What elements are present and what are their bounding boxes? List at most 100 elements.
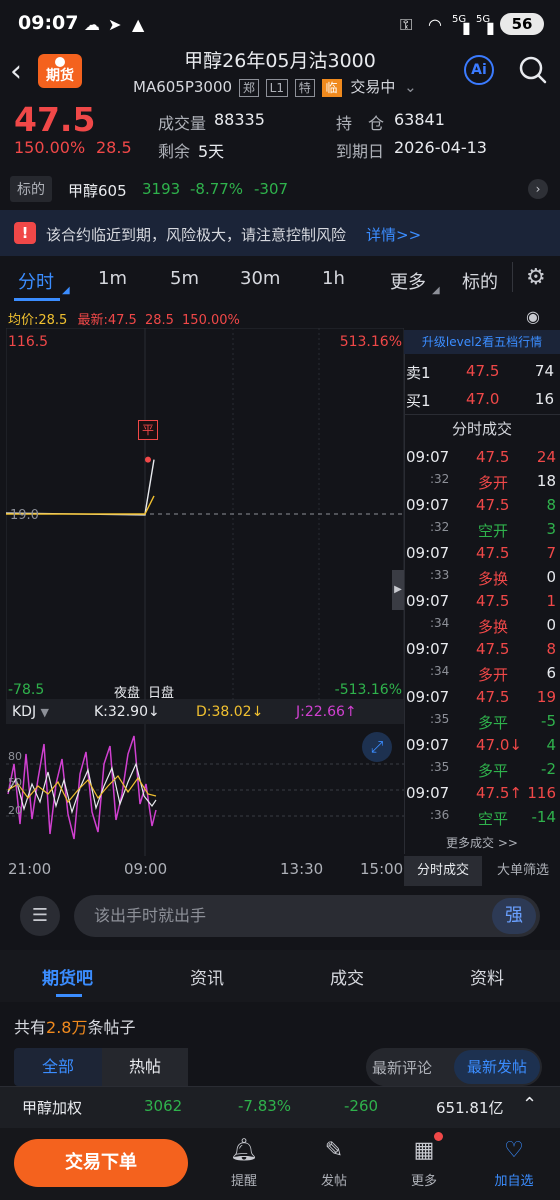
tick-volume: 1 [546, 592, 556, 610]
intraday-chart[interactable]: 116.5 513.16% -78.5 -513.16% 19.0 平 夜盘 日… [6, 328, 404, 701]
tick-volume: 116 [527, 784, 556, 802]
ticks-title: 分时成交 [451, 420, 512, 438]
tick-type: 多平 [478, 714, 509, 732]
tick-time: 09:07 [406, 784, 450, 802]
grid-icon[interactable]: ▦ [394, 1138, 454, 1163]
level2-upgrade-link[interactable]: 升级level2看五档行情 [404, 330, 560, 354]
collapse-panel-handle[interactable]: ▶ [392, 570, 404, 610]
tick-row: 09:07 47.5↑ 116:36 空平 -14 [404, 782, 560, 830]
tick-type: 多开 [478, 474, 509, 492]
contract-subtitle[interactable]: MA605P3000 郑 L1 特 临 交易中 ⌄ [133, 76, 417, 97]
last-price-dot [145, 456, 151, 463]
tab-1h[interactable]: 1h [322, 268, 345, 289]
ask-label: 卖1 [406, 364, 431, 382]
underlying-pct: -8.77% [190, 180, 244, 198]
tick-oi-change: -5 [541, 712, 556, 730]
tick-row: 09:07 47.5 1:34 多换 0 [404, 590, 560, 638]
tab-info[interactable]: 资料 [470, 964, 504, 989]
trade-order-button[interactable]: 交易下单 [14, 1139, 188, 1187]
tick-seconds: :33 [430, 568, 450, 582]
tick-volume: 8 [546, 640, 556, 658]
sort-latest-comment[interactable]: 最新评论 [372, 1057, 432, 1078]
tab-5m[interactable]: 5m [170, 268, 199, 289]
signal-icon: ▮ [486, 18, 495, 37]
tab-tick-trades[interactable]: 分时成交 [404, 856, 482, 886]
tick-row: 09:07 47.5 7:33 多换 0 [404, 542, 560, 590]
underlying-tag: 标的 [10, 176, 52, 202]
tick-volume: 8 [546, 496, 556, 514]
latest-pct: 150.00% [182, 313, 240, 328]
open-interest-value: 63841 [394, 110, 445, 129]
chevron-right-icon[interactable]: › [528, 179, 548, 199]
tab-big-orders[interactable]: 大单筛选 [486, 856, 560, 886]
indicator-select[interactable]: KDJ ▼ [12, 704, 49, 720]
contract-code: MA605P3000 [133, 78, 233, 96]
tick-type: 空平 [478, 810, 509, 828]
nav-more[interactable]: 更多 [394, 1170, 454, 1189]
tick-volume: 19 [536, 688, 556, 706]
wifi-icon: ◠ [428, 15, 442, 34]
nav-post[interactable]: 发帖 [304, 1170, 364, 1189]
filter-all[interactable]: 全部 [14, 1048, 102, 1086]
tick-row: 09:07 47.5 8:32 空开 3 [404, 494, 560, 542]
tick-volume: 4 [546, 736, 556, 754]
bid-volume: 16 [534, 390, 554, 408]
chart-ymax: 116.5 [8, 334, 49, 350]
tab-30m[interactable]: 30m [240, 268, 280, 289]
signal-icon: ▮ [462, 18, 471, 37]
tick-oi-change: 0 [546, 568, 556, 586]
eye-icon[interactable]: ◉ [526, 307, 540, 326]
tick-row: 09:07 47.5 19:35 多平 -5 [404, 686, 560, 734]
kdj-d: D:38.02↓ [196, 704, 264, 720]
tab-trades[interactable]: 成交 [330, 964, 364, 989]
divider [512, 262, 513, 292]
ai-button[interactable]: Ai [464, 55, 494, 85]
strong-badge[interactable]: 强 [492, 898, 536, 934]
search-icon[interactable] [518, 55, 548, 85]
tab-intraday[interactable]: 分时 [18, 268, 54, 294]
nav-alert[interactable]: 提醒 [214, 1170, 274, 1189]
tick-time: 09:07 [406, 448, 450, 466]
risk-details-link[interactable]: 详情>> [366, 224, 421, 245]
open-interest-label: 持 仓 [336, 114, 385, 133]
tab-1m[interactable]: 1m [98, 268, 127, 289]
posts-count-value: 2.8万 [46, 1018, 88, 1037]
tab-news[interactable]: 资讯 [190, 964, 224, 989]
underlying-name: 甲醇605 [68, 182, 127, 200]
indicator-name: KDJ [12, 704, 37, 720]
tab-more[interactable]: 更多 [390, 268, 426, 294]
tick-type: 多换 [478, 570, 509, 588]
kdj-level-20: 20 [8, 804, 22, 817]
index-change: -260 [344, 1097, 379, 1115]
tick-price: 47.5 [476, 640, 510, 658]
post-input[interactable]: 该出手时就出手 [74, 895, 540, 937]
tick-time: 09:07 [406, 496, 450, 514]
more-trades-link[interactable]: 更多成交 >> [404, 834, 560, 851]
filter-icon[interactable]: ☰ [20, 896, 60, 936]
expand-icon[interactable]: ⤢ [362, 732, 392, 762]
tick-seconds: :34 [430, 616, 450, 630]
warning-icon: ! [14, 222, 36, 244]
latest-change: 28.5 [144, 313, 174, 328]
nav-watchlist[interactable]: 加自选 [484, 1170, 544, 1189]
heart-icon[interactable]: ♡ [484, 1138, 544, 1163]
tick-row: 09:07 47.0↓ 4:35 多平 -2 [404, 734, 560, 782]
filter-hot[interactable]: 热帖 [102, 1048, 188, 1086]
gear-icon[interactable]: ⚙ [526, 265, 546, 290]
expiry-label: 到期日 [336, 142, 385, 161]
tick-time: 09:07 [406, 592, 450, 610]
volume-label: 成交量 [158, 114, 207, 133]
expiry-value: 2026-04-13 [394, 138, 487, 157]
time-tick: 21:00 [8, 860, 52, 878]
bell-icon[interactable]: 🔔︎ [214, 1138, 274, 1163]
tab-underlying[interactable]: 标的 [462, 268, 498, 294]
tick-time: 09:07 [406, 688, 450, 706]
tick-time: 09:07 [406, 544, 450, 562]
chevron-up-icon[interactable]: ⌃ [522, 1094, 537, 1115]
price-change-pct: 150.00% [14, 138, 86, 157]
corner-triangle-icon: ◢ [432, 285, 440, 296]
index-pct: -7.83% [238, 1097, 292, 1115]
sort-latest-post[interactable]: 最新发帖 [454, 1050, 540, 1084]
tab-futures-forum[interactable]: 期货吧 [42, 964, 93, 989]
edit-icon[interactable]: ✎ [304, 1138, 364, 1163]
